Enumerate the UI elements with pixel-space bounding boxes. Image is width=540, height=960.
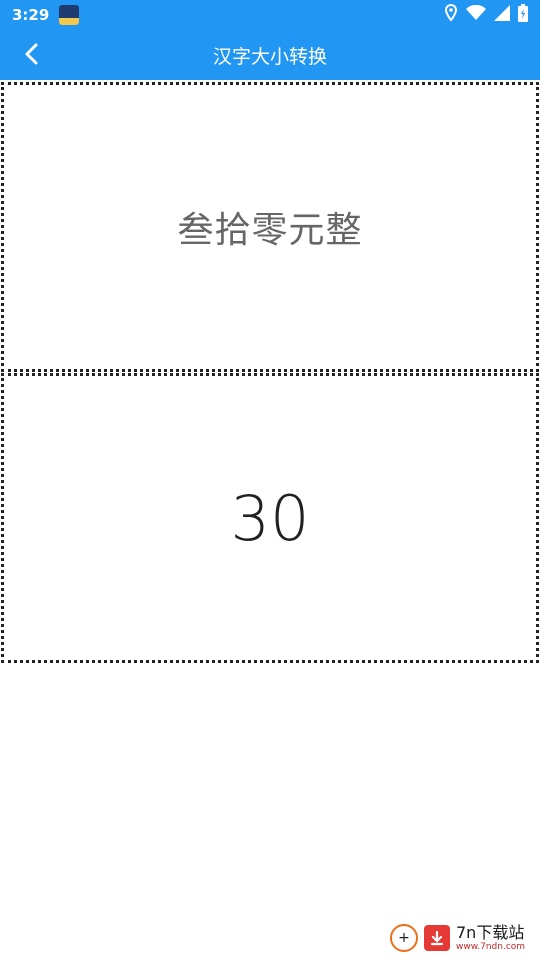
watermark-text: 7n下载站 www.7ndn.com (456, 922, 526, 952)
wifi-icon (466, 4, 486, 25)
plus-circle-icon: + (390, 924, 418, 952)
app-notification-icon (59, 5, 80, 25)
app-bar: 汉字大小转换 (0, 30, 540, 80)
page-title: 汉字大小转换 (212, 45, 327, 68)
chinese-uppercase-text: 叁拾零元整 (177, 210, 363, 251)
status-icons (444, 3, 528, 26)
download-logo-icon (424, 925, 450, 951)
watermark-sub: www.7ndn.com (456, 941, 526, 952)
status-bar: 3:29 (0, 0, 540, 30)
battery-charging-icon (518, 4, 528, 26)
number-panel[interactable]: 30 (1, 373, 539, 663)
watermark-main: 7n下载站 (456, 922, 525, 942)
chinese-result-panel: 叁拾零元整 (1, 82, 539, 372)
location-icon (444, 3, 458, 26)
status-time: 3:29 (12, 6, 50, 24)
signal-icon (494, 5, 510, 25)
watermark: + 7n下载站 www.7ndn.com (390, 916, 540, 960)
number-text: 30 (230, 481, 310, 555)
chevron-left-icon (24, 43, 40, 69)
back-button[interactable] (18, 42, 46, 70)
